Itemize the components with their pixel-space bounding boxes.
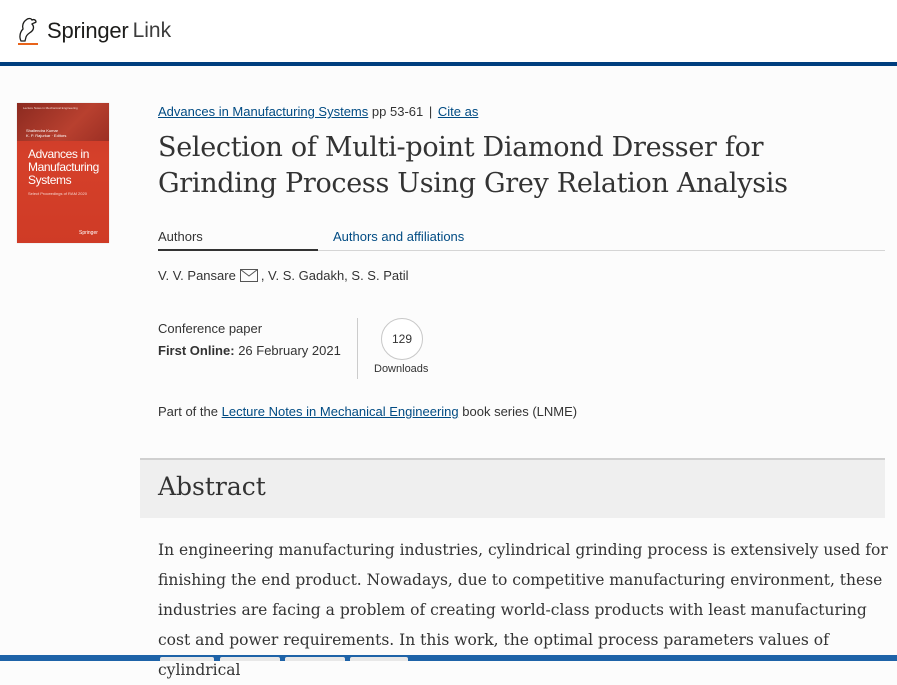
series-suffix: book series (LNME) — [462, 404, 578, 419]
series-prefix: Part of the — [158, 404, 218, 419]
abstract-heading: Abstract — [158, 472, 266, 501]
cover-title: Advances in Manufacturing Systems — [28, 147, 99, 187]
cover-editor-2: K. P. Rajurkar · Editors — [26, 133, 67, 138]
first-online: First Online: 26 February 2021 — [158, 340, 341, 362]
cover-series: Lecture Notes in Mechanical Engineering — [23, 106, 78, 110]
breadcrumb-separator: | — [428, 104, 433, 119]
page-range: pp 53-61 — [371, 104, 424, 119]
author-list: V. V. Pansare , V. S. Gadakh, S. S. Pati… — [158, 268, 408, 283]
cite-as-link[interactable]: Cite as — [438, 104, 478, 119]
meta-divider — [357, 318, 358, 379]
cover-publisher: Springer — [79, 230, 98, 236]
taskbar-button[interactable] — [350, 657, 408, 661]
downloads-count: 129 — [381, 318, 423, 360]
brand-link: Link — [132, 19, 172, 42]
taskbar-button[interactable] — [220, 657, 280, 661]
breadcrumb: Advances in Manufacturing Systems pp 53-… — [158, 104, 478, 119]
cover-editors: Shailendra Kumar K. P. Rajurkar · Editor… — [26, 128, 66, 138]
page-title: Selection of Multi-point Diamond Dresser… — [158, 132, 788, 199]
book-series: Part of the Lecture Notes in Mechanical … — [158, 404, 577, 419]
brand-springer: Springer — [47, 18, 129, 43]
book-title-link[interactable]: Advances in Manufacturing Systems — [158, 104, 368, 119]
springer-horse-icon — [18, 17, 38, 45]
downloads-label: Downloads — [374, 363, 429, 375]
cover-subtitle: Select Proceedings of RAM 2020 — [28, 191, 87, 196]
taskbar-button[interactable] — [160, 657, 214, 661]
taskbar — [0, 655, 897, 661]
series-link[interactable]: Lecture Notes in Mechanical Engineering — [222, 404, 459, 419]
abstract-section-header[interactable]: Abstract — [140, 458, 885, 518]
author-tabs: Authors Authors and affiliations — [158, 228, 885, 251]
tab-authors-affiliations[interactable]: Authors and affiliations — [333, 228, 464, 249]
abstract-text: In engineering manufacturing industries,… — [158, 541, 888, 679]
email-icon[interactable] — [239, 269, 258, 282]
content-type: Conference paper — [158, 321, 263, 336]
site-header: Springer Link — [0, 0, 897, 66]
first-online-label: First Online: — [158, 343, 235, 358]
first-online-date: 26 February 2021 — [238, 343, 341, 358]
tab-authors[interactable]: Authors — [158, 228, 318, 251]
taskbar-button[interactable] — [285, 657, 345, 661]
publication-meta: Conference paper First Online: 26 Februa… — [158, 318, 341, 362]
springer-link-logo[interactable]: Springer Link — [15, 15, 171, 47]
book-cover[interactable]: Lecture Notes in Mechanical Engineering … — [17, 103, 109, 243]
author-name[interactable]: V. V. Pansare — [158, 268, 236, 283]
author-names-rest[interactable]: , V. S. Gadakh, S. S. Patil — [261, 268, 409, 283]
